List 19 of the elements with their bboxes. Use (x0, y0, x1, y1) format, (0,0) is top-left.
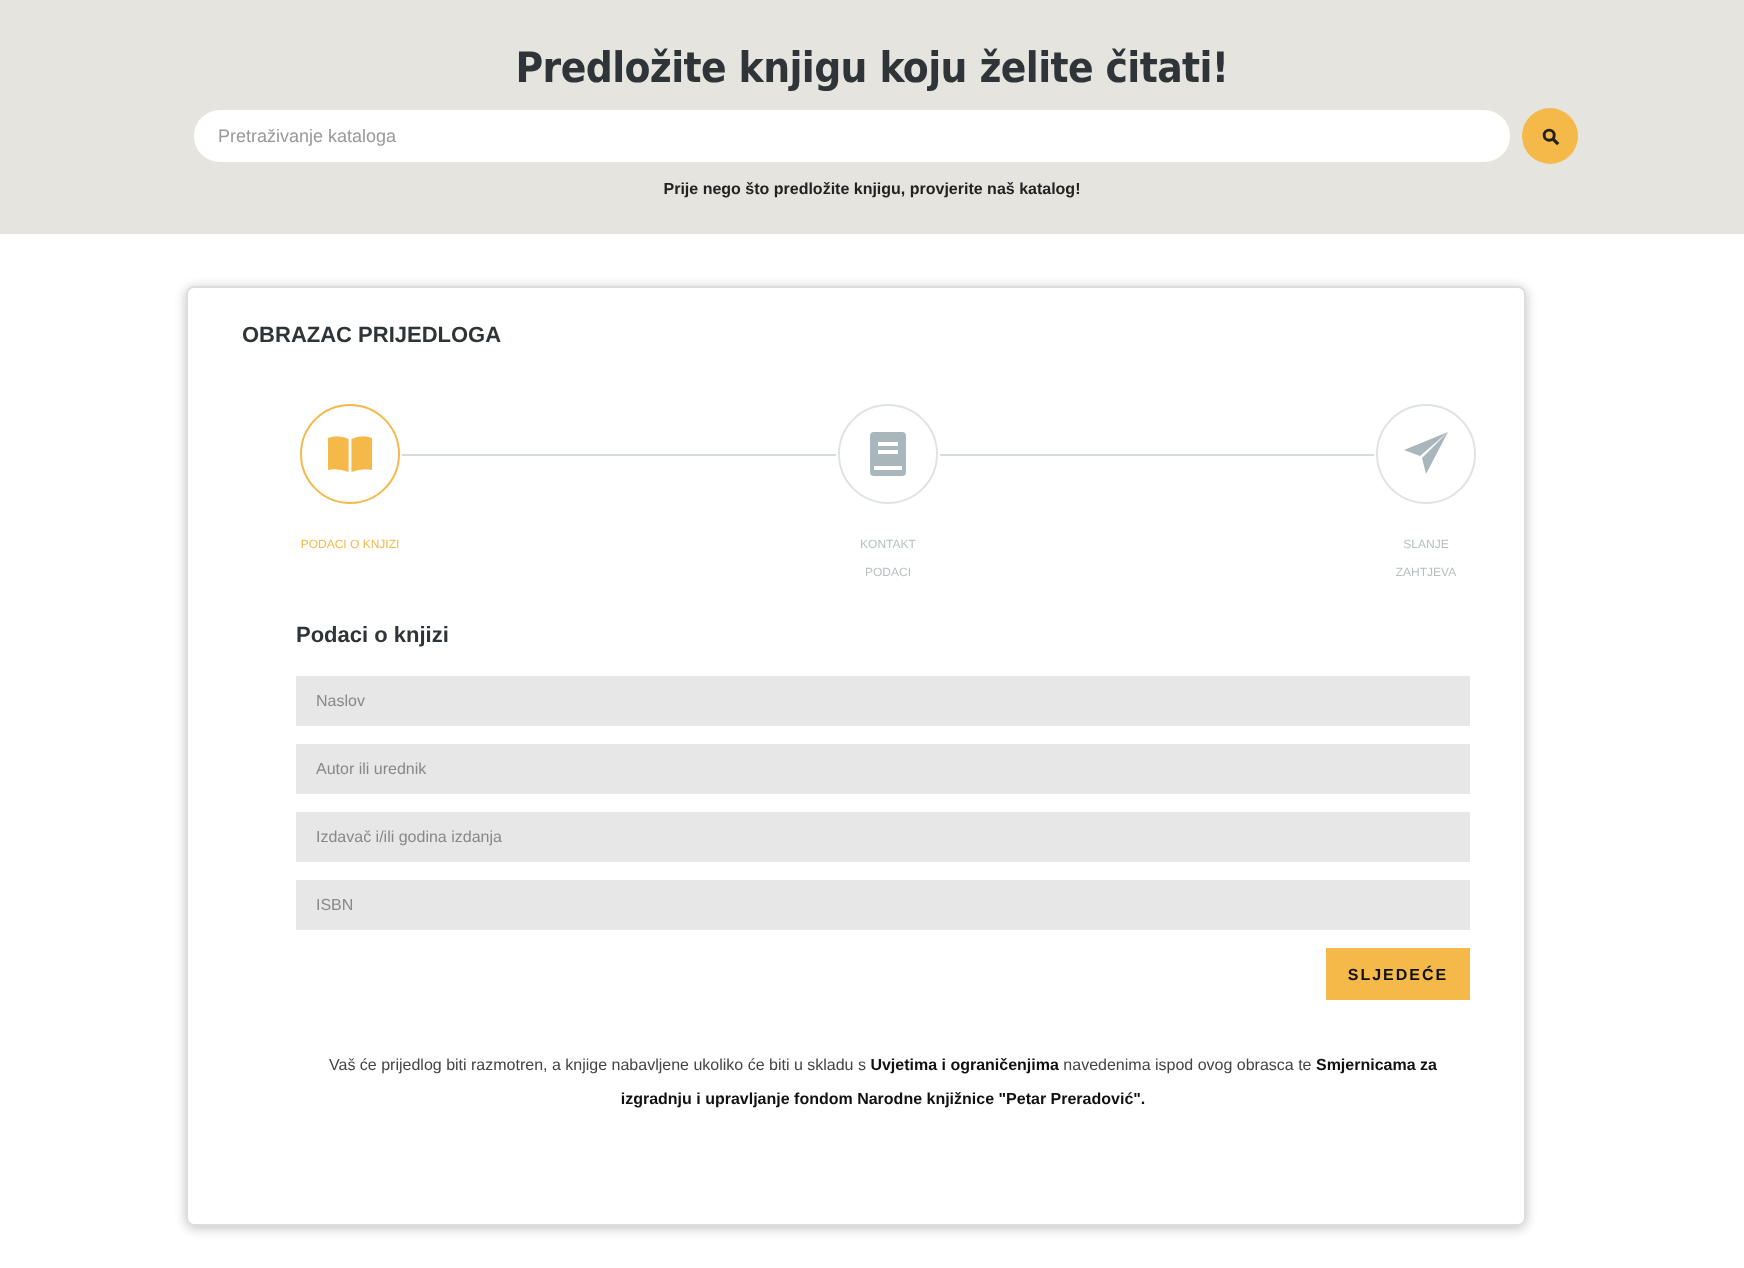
input-field[interactable]: Izdavač i/ili godina izdanja (296, 812, 1470, 862)
book-icon (870, 432, 906, 476)
paper-plane-icon (1404, 432, 1448, 476)
catalog-note: Prije nego što predložite knjigu, provjerite naš katalog! (663, 180, 1081, 198)
form-title: OBRAZAC PRIJEDLOGA (242, 324, 504, 348)
section-title: Podaci o knjizi (296, 624, 451, 648)
step-circle[interactable] (300, 404, 400, 504)
input-field[interactable]: Autor ili urednik (296, 744, 1470, 794)
page-title: Predložite knjigu koju želite čitati! (515, 44, 1229, 92)
next-button[interactable]: SLJEDEĆE (1326, 948, 1470, 1000)
search-icon (1541, 127, 1559, 145)
input-field[interactable]: Naslov (296, 676, 1470, 726)
input-field[interactable]: ISBN (296, 880, 1470, 930)
search-button[interactable] (1522, 108, 1578, 164)
search-field[interactable]: Pretraživanje kataloga (194, 110, 1510, 162)
notice-text: Vaš će prijedlog biti razmotren, a knjige nabavljene ukoliko će biti u skladu s Uvjetima i ograničenjima navedenima ispod ovog obrasca te Smjernicama za izgradnju i upravljanje fondom Narodne knjižnice "Petar Preradović". (327, 1054, 1439, 1112)
step-circle[interactable] (1376, 404, 1476, 504)
step-circle[interactable] (838, 404, 938, 504)
open-book-icon (326, 434, 374, 474)
